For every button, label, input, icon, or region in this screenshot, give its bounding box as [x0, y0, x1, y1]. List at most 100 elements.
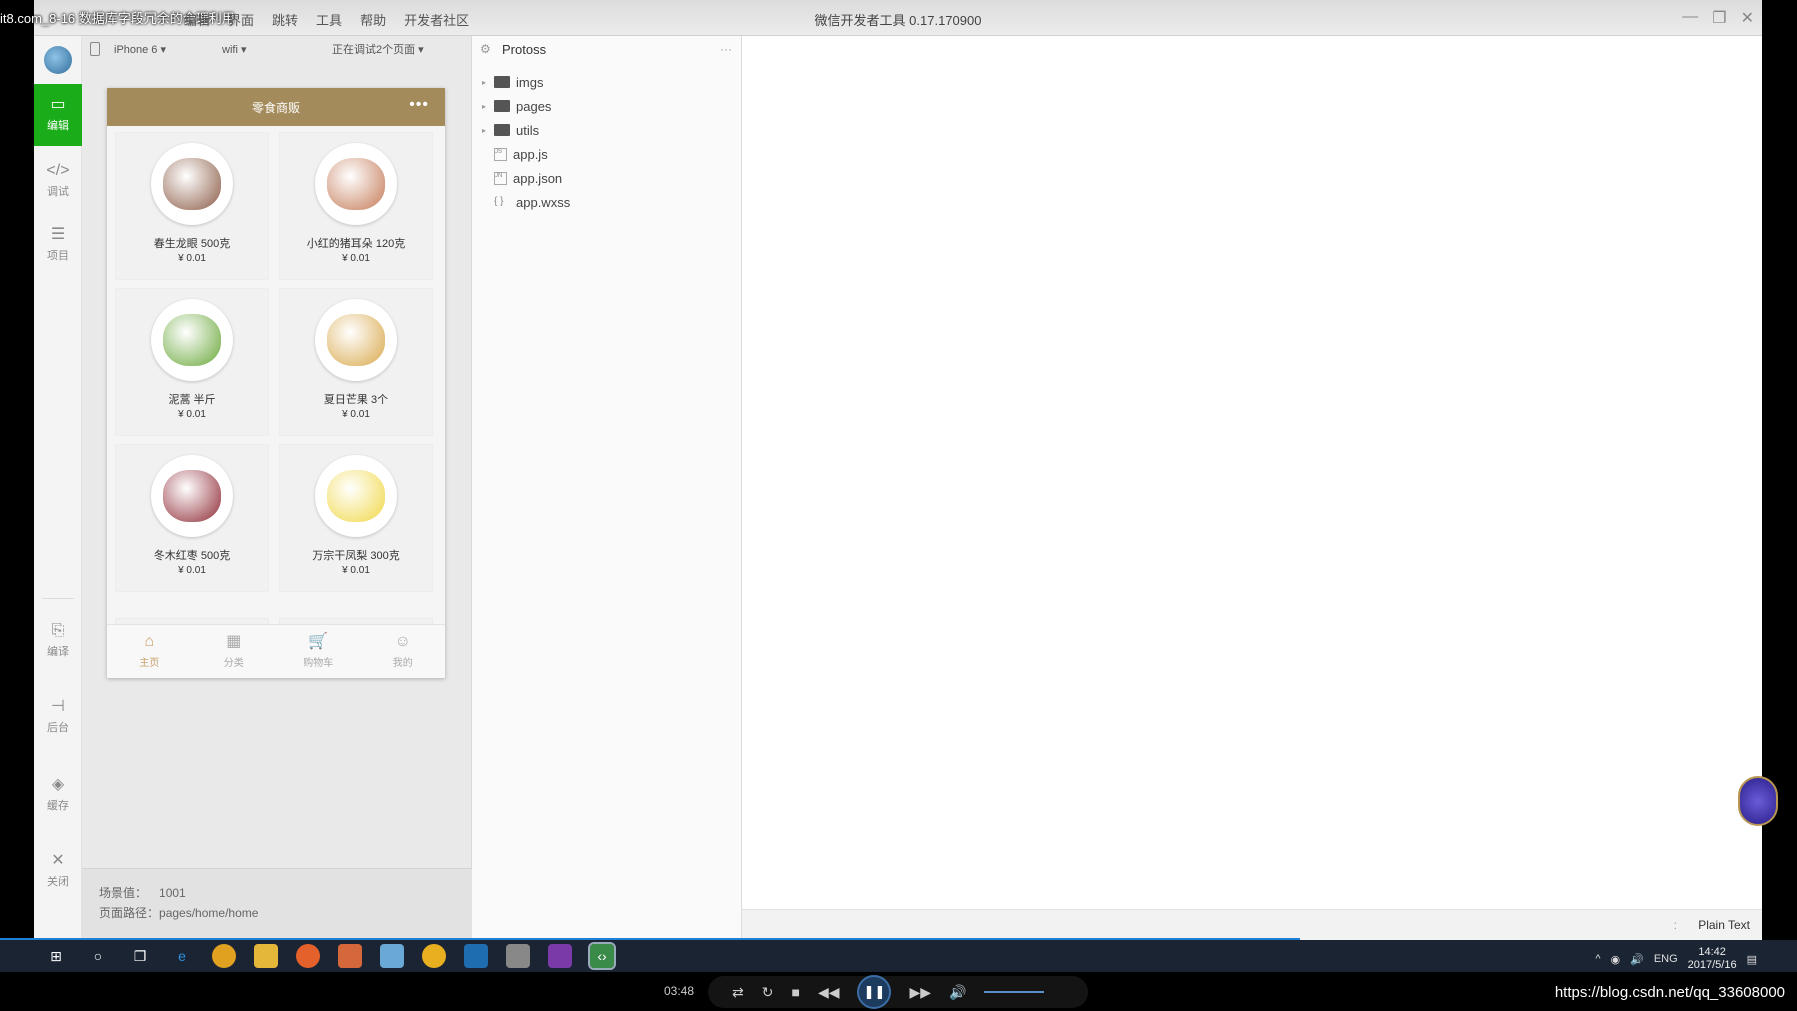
activity-cache-label: 缓存: [47, 800, 69, 812]
clock[interactable]: 14:42 2017/5/16: [1688, 946, 1737, 972]
product-price: ¥ 0.01: [342, 253, 370, 264]
repeat-icon[interactable]: ⇄: [732, 984, 744, 1001]
scene-row: 场景值： 1001: [99, 883, 472, 903]
status-bar: : Plain Text: [742, 909, 1762, 940]
activity-background[interactable]: ⊣ 后台: [34, 686, 82, 748]
background-icon: ⊣: [51, 698, 65, 715]
json-file-icon: JN: [494, 171, 507, 185]
scene-label: 场景值：: [99, 886, 148, 900]
activity-close[interactable]: ✕ 关闭: [34, 840, 82, 902]
floating-ball-icon[interactable]: [1738, 776, 1778, 826]
tree-item-app-js[interactable]: JS app.js: [472, 142, 742, 166]
window-controls: — ❐ ✕: [1682, 8, 1754, 28]
product-price: ¥ 0.01: [178, 409, 206, 420]
product-image: [327, 314, 385, 366]
notification-icon[interactable]: ▤: [1747, 953, 1757, 966]
tab-category[interactable]: ▦ 分类: [192, 625, 277, 678]
product-image: [327, 158, 385, 210]
tree-item-label: utils: [516, 122, 540, 138]
debug-pages-select[interactable]: 正在调试2个页面 ▾: [332, 41, 424, 57]
restore-icon[interactable]: ❐: [1712, 8, 1726, 28]
tab-cart[interactable]: 🛒 购物车: [276, 625, 361, 678]
more-icon[interactable]: ···: [720, 42, 732, 56]
app-orange-icon[interactable]: [296, 944, 320, 968]
volume-icon[interactable]: 🔊: [1630, 953, 1644, 966]
file-explorer-icon[interactable]: [254, 944, 278, 968]
user-icon: ☺: [394, 633, 411, 650]
tree-item-label: pages: [516, 98, 552, 114]
task-view-icon[interactable]: ❐: [128, 944, 152, 968]
chevron-up-icon[interactable]: ^: [1595, 953, 1600, 965]
chevron-right-icon: ▸: [482, 77, 487, 87]
windows-start-icon[interactable]: ⊞: [44, 944, 68, 968]
xampp-icon[interactable]: [338, 944, 362, 968]
phpstorm-icon[interactable]: [548, 944, 572, 968]
tab-home-label: 主页: [139, 658, 160, 669]
activity-cache[interactable]: ◈ 缓存: [34, 764, 82, 826]
volume-icon[interactable]: 🔊: [949, 984, 966, 1001]
language-mode[interactable]: Plain Text: [1698, 918, 1750, 932]
volume-slider[interactable]: [984, 991, 1045, 993]
close-window-icon[interactable]: ✕: [1741, 8, 1754, 28]
network-select[interactable]: wifi ▾: [222, 43, 318, 56]
editor-area[interactable]: : Plain Text: [742, 36, 1778, 940]
tree-item-imgs[interactable]: ▸ imgs: [472, 70, 742, 94]
avatar[interactable]: [44, 46, 72, 74]
debug-pages-value: 正在调试2个页面: [332, 44, 416, 56]
activity-bar: ▭ 编辑 </> 调试 ☰ 项目 ⎘ 编译 ⊣ 后台 ◈ 缓存 ✕ 关闭: [34, 36, 82, 940]
product-card[interactable]: 泥蒿 半斤 ¥ 0.01: [115, 288, 269, 436]
input-language[interactable]: ENG: [1654, 953, 1678, 965]
tab-bar: ⌂ 主页 ▦ 分类 🛒 购物车 ☺ 我的: [107, 624, 445, 678]
grid-icon: ▦: [226, 633, 242, 650]
product-card[interactable]: 夏日芒果 3个 ¥ 0.01: [279, 288, 433, 436]
product-card[interactable]: 春生龙眼 500克 ¥ 0.01: [115, 132, 269, 280]
tree-item-label: app.json: [513, 170, 563, 186]
stop-icon[interactable]: ■: [791, 984, 799, 1000]
wechat-devtools-icon[interactable]: ‹›: [588, 942, 616, 970]
tab-mine-label: 我的: [392, 658, 413, 669]
chrome-icon[interactable]: [212, 944, 236, 968]
path-value: pages/home/home: [159, 906, 259, 920]
network-icon[interactable]: ◉: [1611, 953, 1621, 966]
tab-mine[interactable]: ☺ 我的: [361, 625, 446, 678]
project-name: Protoss: [502, 41, 547, 57]
minimize-icon[interactable]: —: [1682, 8, 1698, 28]
more-dots-icon[interactable]: •••: [409, 96, 429, 114]
fast-forward-icon[interactable]: ▶▶: [909, 984, 931, 1001]
pause-icon[interactable]: ❚❚: [857, 975, 892, 1009]
activity-editor[interactable]: ▭ 编辑: [34, 84, 82, 146]
rewind-icon[interactable]: ◀◀: [818, 984, 840, 1001]
product-name: 小红的猪耳朵 120克: [306, 238, 406, 250]
tree-item-pages[interactable]: ▸ pages: [472, 94, 742, 118]
activity-compile[interactable]: ⎘ 编译: [34, 610, 82, 672]
product-image: [327, 470, 385, 522]
tree-item-app-wxss[interactable]: { } app.wxss: [472, 190, 742, 214]
product-plate: [315, 143, 397, 225]
product-image: [163, 314, 221, 366]
app-gray-icon[interactable]: [506, 944, 530, 968]
tree-item-app-json[interactable]: JN app.json: [472, 166, 742, 190]
activity-close-label: 关闭: [47, 876, 69, 888]
edge-browser-icon[interactable]: e: [170, 944, 194, 968]
device-select[interactable]: iPhone 6 ▾: [114, 43, 204, 56]
js-file-icon: JS: [494, 147, 507, 161]
search-circle-icon[interactable]: ○: [86, 944, 110, 968]
refresh-icon[interactable]: ↻: [762, 984, 774, 1001]
layers-icon: ◈: [51, 776, 65, 793]
app-blue-icon[interactable]: [380, 944, 404, 968]
vscode-icon[interactable]: [464, 944, 488, 968]
activity-divider: [42, 598, 74, 599]
scene-value: 1001: [159, 886, 186, 900]
activity-debug[interactable]: </> 调试: [34, 150, 82, 212]
tree-item-utils[interactable]: ▸ utils: [472, 118, 742, 142]
activity-project[interactable]: ☰ 项目: [34, 214, 82, 276]
app-yellow-icon[interactable]: [422, 944, 446, 968]
project-icon: ⚙: [480, 42, 491, 56]
product-price: ¥ 0.01: [178, 253, 206, 264]
product-card[interactable]: 小红的猪耳朵 120克 ¥ 0.01: [279, 132, 433, 280]
product-name: 冬木红枣 500克: [153, 550, 231, 562]
product-card[interactable]: 冬木红枣 500克 ¥ 0.01: [115, 444, 269, 592]
tab-home[interactable]: ⌂ 主页: [107, 625, 192, 678]
product-card[interactable]: 万宗干凤梨 300克 ¥ 0.01: [279, 444, 433, 592]
product-plate: [151, 455, 233, 537]
